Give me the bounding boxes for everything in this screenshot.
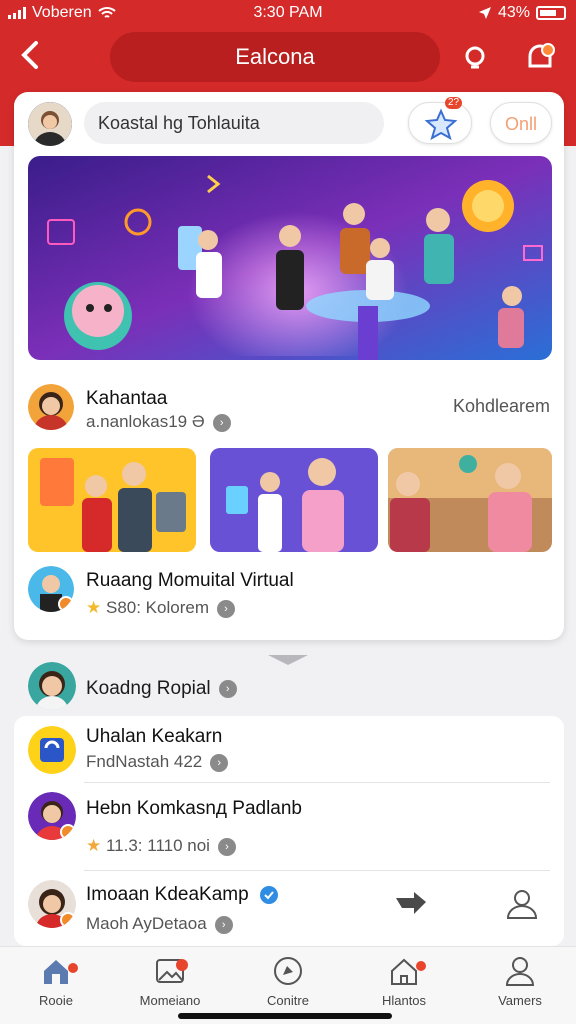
compass-icon bbox=[274, 957, 302, 985]
location-icon bbox=[478, 7, 491, 19]
nav-label: Rooie bbox=[39, 993, 73, 1008]
promo-banner-image[interactable] bbox=[28, 156, 552, 360]
nav-item-center[interactable]: Conitre bbox=[238, 955, 338, 1008]
chevron-right-icon[interactable]: › bbox=[218, 679, 237, 698]
divider bbox=[84, 782, 550, 783]
star-icon: ★ bbox=[86, 836, 102, 855]
chevron-right-icon[interactable]: › bbox=[217, 837, 236, 856]
thumbnail-2[interactable] bbox=[210, 448, 378, 552]
home-icon bbox=[44, 960, 68, 984]
nav-label: Momeiano bbox=[139, 993, 201, 1008]
chevron-right-icon[interactable]: › bbox=[216, 599, 235, 618]
house-alert-icon bbox=[391, 958, 417, 985]
search-button[interactable] bbox=[458, 40, 494, 76]
group-meta-text: S80: Kolorem bbox=[105, 598, 209, 617]
list-item-avatar[interactable] bbox=[28, 792, 76, 840]
section-title[interactable]: Koadng Ropial › bbox=[86, 678, 237, 700]
media-badge bbox=[176, 959, 188, 971]
nav-label: Hlantos bbox=[381, 993, 427, 1008]
online-button[interactable]: Onll bbox=[490, 102, 552, 144]
thumbnail-1[interactable] bbox=[28, 448, 196, 552]
list-item-meta: ★ 11.3: 1110 noi › bbox=[86, 836, 236, 856]
back-button[interactable] bbox=[18, 40, 50, 80]
follow-link[interactable]: Kohdlearem bbox=[453, 396, 550, 417]
profile-button[interactable] bbox=[504, 886, 540, 922]
share-icon bbox=[396, 892, 426, 914]
list-item-name[interactable]: Uhalan Keakarn bbox=[86, 726, 222, 748]
post-meta: a.nanlokas19 Ә › bbox=[86, 412, 231, 432]
chevron-right-icon[interactable]: › bbox=[210, 753, 229, 772]
list-item-name[interactable]: Hebn Komkasnд Padlanb bbox=[86, 798, 302, 820]
chevron-left-icon bbox=[21, 41, 38, 69]
divider bbox=[84, 870, 550, 871]
share-button[interactable] bbox=[392, 886, 428, 922]
chevron-right-icon[interactable]: › bbox=[214, 915, 233, 934]
thumbnail-3[interactable] bbox=[388, 448, 552, 552]
list-item-avatar[interactable] bbox=[28, 880, 76, 928]
list-item-meta-text: Maoh AyDetaoa bbox=[86, 914, 207, 933]
contact-list: Uhalan Keakarn FndNastah 422 › Hebn Komka… bbox=[14, 716, 564, 946]
post-author-avatar[interactable] bbox=[28, 384, 74, 430]
search-icon bbox=[465, 46, 485, 69]
section-avatar[interactable] bbox=[28, 662, 76, 710]
chevron-right-icon[interactable]: › bbox=[212, 413, 231, 432]
person-icon bbox=[505, 957, 535, 986]
list-item-meta-text: FndNastah 422 bbox=[86, 752, 203, 771]
drag-handle[interactable] bbox=[268, 655, 308, 665]
favorites-button[interactable]: 2? bbox=[408, 97, 472, 144]
nav-label: Conitre bbox=[267, 993, 309, 1008]
battery-percent: 43% bbox=[497, 4, 530, 21]
nav-label: Vamers bbox=[498, 993, 542, 1008]
composer-input[interactable]: Koastal hg Tohlauita bbox=[84, 102, 384, 144]
notification-button[interactable] bbox=[522, 40, 558, 76]
list-item-meta-text: 11.3: 1110 noi bbox=[105, 836, 210, 855]
home-indicator bbox=[178, 1013, 392, 1019]
nav-item-notifications[interactable]: Hlantos bbox=[354, 955, 454, 1008]
favorites-badge: 2? bbox=[445, 97, 463, 109]
feed-card: Koastal hg Tohlauita 2? Onll Kahantaa a.… bbox=[14, 92, 564, 640]
nav-item-media[interactable]: Momeiano bbox=[120, 955, 220, 1008]
page-title: Ealcona bbox=[110, 32, 440, 82]
person-icon bbox=[506, 890, 538, 919]
verified-icon bbox=[259, 885, 278, 904]
list-item-meta: Maoh AyDetaoa › bbox=[86, 914, 233, 934]
group-avatar[interactable] bbox=[28, 566, 74, 612]
list-item-avatar[interactable] bbox=[28, 726, 76, 774]
group-meta: ★ S80: Kolorem › bbox=[86, 598, 235, 618]
group-name[interactable]: Ruaang Momuital Virtual bbox=[86, 570, 294, 592]
nav-item-profile[interactable]: Vamers bbox=[470, 955, 570, 1008]
notifications-badge bbox=[416, 961, 426, 971]
list-item-meta: FndNastah 422 › bbox=[86, 752, 229, 772]
status-bar: Voberen 3:30 PAM 43% bbox=[0, 0, 576, 28]
home-badge bbox=[68, 963, 78, 973]
section-title-text: Koadng Ropial bbox=[86, 678, 211, 699]
post-author-name[interactable]: Kahantaa bbox=[86, 388, 167, 410]
list-item-name[interactable]: Imoaan KdeaKamp bbox=[86, 884, 278, 906]
battery-icon bbox=[536, 6, 566, 20]
post-meta-text: a.nanlokas19 Ә bbox=[86, 412, 205, 431]
star-icon bbox=[424, 108, 458, 141]
list-item-name-text: Imoaan KdeaKamp bbox=[86, 884, 249, 905]
user-avatar[interactable] bbox=[28, 102, 72, 146]
nav-item-home[interactable]: Rooie bbox=[6, 955, 106, 1008]
star-icon: ★ bbox=[86, 598, 102, 617]
notification-icon bbox=[528, 43, 555, 68]
